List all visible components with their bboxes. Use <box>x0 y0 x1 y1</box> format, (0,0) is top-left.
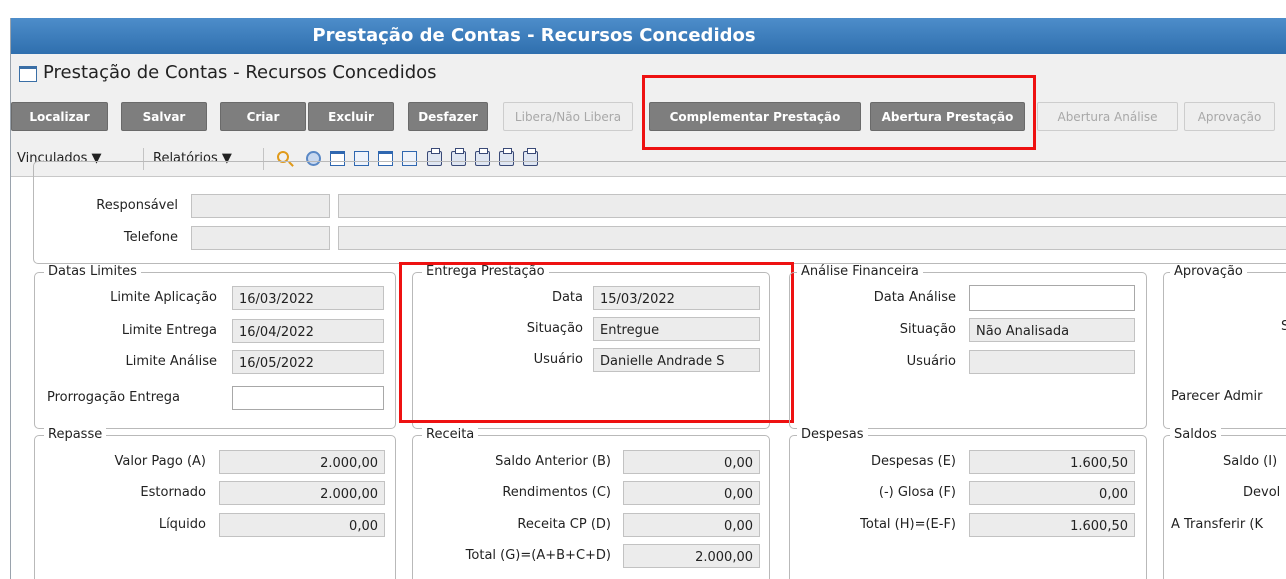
complementar-prestacao-button[interactable]: Complementar Prestação <box>649 102 861 131</box>
despesas-field[interactable]: 1.600,50 <box>969 450 1135 474</box>
excluir-button[interactable]: Excluir <box>308 102 394 131</box>
data-analise-label: Data Análise <box>873 290 956 305</box>
rendimentos-field[interactable]: 0,00 <box>623 481 760 505</box>
repasse-title: Repasse <box>44 427 107 443</box>
aprovacao-group <box>1163 272 1286 429</box>
analise-situacao-label: Situação <box>899 322 956 337</box>
abertura-prestacao-button[interactable]: Abertura Prestação <box>870 102 1025 131</box>
valor-pago-field[interactable]: 2.000,00 <box>219 450 385 474</box>
analise-usuario-label: Usuário <box>906 354 956 369</box>
limite-aplicacao-field[interactable]: 16/03/2022 <box>232 286 384 310</box>
datas-limites-title: Datas Limites <box>44 264 141 280</box>
limite-aplicacao-label: Limite Aplicação <box>110 290 217 305</box>
receita-total-label: Total (G)=(A+B+C+D) <box>465 548 611 563</box>
salvar-button[interactable]: Salvar <box>121 102 207 131</box>
analise-usuario-field[interactable] <box>969 350 1135 374</box>
analise-situacao-field[interactable]: Não Analisada <box>969 318 1135 342</box>
abertura-analise-button[interactable]: Abertura Análise <box>1037 102 1178 131</box>
responsavel-label: Responsável <box>96 198 178 213</box>
entrega-usuario-label: Usuário <box>533 352 583 367</box>
criar-button[interactable]: Criar <box>220 102 306 131</box>
telefone-label: Telefone <box>123 230 178 245</box>
saldo-anterior-field[interactable]: 0,00 <box>623 450 760 474</box>
prorrogacao-entrega-input[interactable] <box>232 386 384 410</box>
limite-analise-field[interactable]: 16/05/2022 <box>232 350 384 374</box>
localizar-button[interactable]: Localizar <box>11 102 108 131</box>
receita-title: Receita <box>422 427 479 443</box>
desfazer-button[interactable]: Desfazer <box>408 102 488 131</box>
responsavel-code-field[interactable] <box>191 194 330 218</box>
aprovacao-partial-label: S <box>1281 319 1286 335</box>
estornado-field[interactable]: 2.000,00 <box>219 481 385 505</box>
entrega-usuario-field[interactable]: Danielle Andrade S <box>593 348 760 372</box>
analise-financeira-title: Análise Financeira <box>797 264 923 280</box>
entrega-data-field[interactable]: 15/03/2022 <box>593 286 760 310</box>
title-bar: Prestação de Contas - Recursos Concedido… <box>11 18 1286 54</box>
data-analise-input[interactable] <box>969 285 1135 311</box>
glosa-field[interactable]: 0,00 <box>969 481 1135 505</box>
receita-total-field[interactable]: 2.000,00 <box>623 544 760 568</box>
devolucao-label: Devol <box>1243 485 1281 500</box>
a-transferir-label: A Transferir (K <box>1171 517 1263 532</box>
valor-pago-label: Valor Pago (A) <box>114 454 207 469</box>
form-title: Prestação de Contas - Recursos Concedido… <box>43 62 437 83</box>
prorrogacao-entrega-label: Prorrogação Entrega <box>47 390 180 405</box>
liquido-label: Líquido <box>158 517 206 532</box>
estornado-label: Estornado <box>140 485 206 500</box>
limite-entrega-label: Limite Entrega <box>121 323 217 338</box>
form-window-icon <box>19 66 37 82</box>
glosa-label: (-) Glosa (F) <box>878 485 956 500</box>
receita-cp-field[interactable]: 0,00 <box>623 513 760 537</box>
saldos-title: Saldos <box>1170 427 1221 443</box>
entrega-prestacao-title: Entrega Prestação <box>422 264 549 280</box>
saldo-anterior-label: Saldo Anterior (B) <box>495 454 611 469</box>
entrega-situacao-label: Situação <box>526 321 583 336</box>
telefone-number-field[interactable] <box>338 226 1286 250</box>
despesas-title: Despesas <box>797 427 868 443</box>
telefone-code-field[interactable] <box>191 226 330 250</box>
entrega-situacao-field[interactable]: Entregue <box>593 317 760 341</box>
despesas-total-field[interactable]: 1.600,50 <box>969 513 1135 537</box>
main-window: Prestação de Contas - Recursos Concedido… <box>10 18 1286 579</box>
despesas-total-label: Total (H)=(E-F) <box>860 517 956 532</box>
receita-cp-label: Receita CP (D) <box>517 517 611 532</box>
parecer-admin-label: Parecer Admir <box>1171 389 1263 404</box>
libera-nao-libera-button[interactable]: Libera/Não Libera <box>503 102 633 131</box>
limite-analise-label: Limite Análise <box>125 354 217 369</box>
window-title: Prestação de Contas - Recursos Concedido… <box>312 25 756 46</box>
rendimentos-label: Rendimentos (C) <box>502 485 611 500</box>
entrega-data-label: Data <box>551 290 583 305</box>
aprovacao-title: Aprovação <box>1170 264 1247 280</box>
liquido-field[interactable]: 0,00 <box>219 513 385 537</box>
despesas-label: Despesas (E) <box>870 454 956 469</box>
responsavel-name-field[interactable] <box>338 194 1286 218</box>
limite-entrega-field[interactable]: 16/04/2022 <box>232 319 384 343</box>
saldo-label: Saldo (I) <box>1223 454 1278 469</box>
aprovacao-button[interactable]: Aprovação <box>1184 102 1275 131</box>
form-panel: Responsável Telefone Datas Limites Limit… <box>11 161 1286 579</box>
